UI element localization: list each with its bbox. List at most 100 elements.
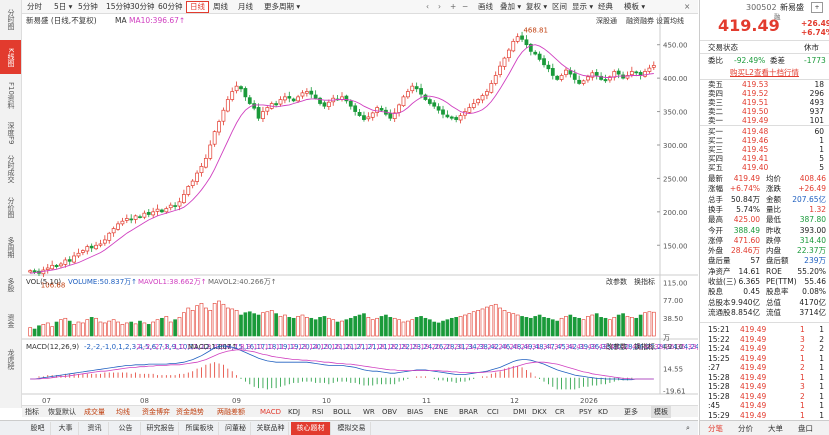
period-tab-9[interactable]: 更多周期 ▾ xyxy=(264,1,300,13)
orderbook-volume: 296 xyxy=(809,89,824,98)
footer-tab-7[interactable]: 关联品种 xyxy=(253,422,289,435)
footer-tab-9[interactable]: 模拟交易 xyxy=(333,422,371,435)
period-tab-5[interactable]: 60分钟 xyxy=(158,1,183,13)
candle-body xyxy=(304,91,309,94)
footer-tab-4[interactable]: 研究报告 xyxy=(143,422,179,435)
indicator-tab-21[interactable]: KD xyxy=(598,406,608,418)
zoom-in-icon[interactable]: + xyxy=(450,1,456,13)
indicator-tab-1[interactable]: 恢复默认 xyxy=(48,406,76,418)
prev-icon[interactable]: ‹ xyxy=(426,1,429,13)
candle-body xyxy=(436,106,441,111)
indicator-tab-20[interactable]: PSY xyxy=(579,406,592,418)
period-tab-0[interactable]: 分时 xyxy=(27,1,42,13)
quote-tab-0[interactable]: 分笔 xyxy=(708,424,723,433)
indicator-tab-4[interactable]: 资金博弈 xyxy=(142,406,170,418)
tool-item-1[interactable]: 叠加 ▾ xyxy=(500,1,521,13)
volume-bar xyxy=(111,319,116,337)
left-nav-item-6[interactable]: 多周期 xyxy=(0,228,21,266)
indicator-tab-6[interactable]: 两融差额 xyxy=(217,406,245,418)
volume-bar xyxy=(542,317,546,337)
kline-chart[interactable]: 新易盛 (日线,不复权) MA MA10:396.67↑ 深股通 融资融券 设置均线 450… xyxy=(22,14,829,405)
indicator-tab-23[interactable]: 模板 xyxy=(651,406,671,418)
chart-area[interactable]: 新易盛 (日线,不复权) MA MA10:396.67↑ 深股通 融资融券 设置均线 450… xyxy=(22,14,829,405)
indicator-tab-18[interactable]: DKX xyxy=(532,406,547,418)
indicator-tab-11[interactable]: WR xyxy=(363,406,375,418)
indicator-tab-13[interactable]: BIAS xyxy=(407,406,423,418)
period-tab-4[interactable]: 30分钟 xyxy=(130,1,155,13)
macd-panel-action-0[interactable]: 改参数 xyxy=(606,342,627,351)
indicator-tab-8[interactable]: KDJ xyxy=(288,406,300,418)
period-tab-6[interactable]: 日线 xyxy=(186,1,209,13)
tick-price: 419.49 xyxy=(740,363,767,372)
period-tab-1[interactable]: 5日 ▾ xyxy=(54,1,72,13)
l2-promo-link[interactable]: 购买L2查看十档行情 xyxy=(730,68,799,77)
period-tab-7[interactable]: 周线 xyxy=(213,1,228,13)
tool-item-3[interactable]: 区间 xyxy=(552,1,567,13)
zoom-out-icon[interactable]: − xyxy=(462,1,468,13)
footer-tab-6[interactable]: 问董秘 xyxy=(221,422,251,435)
vol-axis-tick: 77.00 xyxy=(663,297,683,305)
candle-body xyxy=(647,67,652,72)
period-tab-3[interactable]: 15分钟 xyxy=(106,1,131,13)
left-nav-item-7[interactable]: 多股 xyxy=(0,268,21,302)
macd-panel-action-1[interactable]: 换指标 xyxy=(634,342,655,351)
add-favorite-icon[interactable]: + xyxy=(811,2,823,13)
tick-volume: 2 xyxy=(800,344,805,353)
indicator-tab-16[interactable]: CCI xyxy=(487,406,499,418)
vol-panel-action-0[interactable]: 改参数 xyxy=(606,277,627,286)
quote-tab-1[interactable]: 分价 xyxy=(738,424,753,433)
left-nav-item-5[interactable]: 分价图 xyxy=(0,188,21,226)
candle-body xyxy=(120,220,125,225)
footer-tab-3[interactable]: 公告 xyxy=(111,422,141,435)
candle-body xyxy=(177,201,182,207)
candle-body xyxy=(160,209,164,213)
tool-item-0[interactable]: 画线 xyxy=(478,1,493,13)
candle-body xyxy=(300,92,305,97)
tool-item-2[interactable]: 复权 ▾ xyxy=(526,1,547,13)
indicator-tab-0[interactable]: 指标 xyxy=(25,406,39,418)
next-icon[interactable]: › xyxy=(438,1,441,13)
search-icon[interactable]: ⌕ xyxy=(680,422,696,435)
indicator-tab-19[interactable]: CR xyxy=(555,406,565,418)
indicator-tab-7[interactable]: MACD xyxy=(260,406,281,418)
indicator-tab-22[interactable]: 更多 xyxy=(624,406,638,418)
volume-bar xyxy=(572,317,577,337)
left-nav-item-3[interactable]: 深度F9 xyxy=(0,116,21,150)
indicator-tab-12[interactable]: OBV xyxy=(382,406,397,418)
tick-time: 15:28 xyxy=(708,382,730,391)
quote-tab-3[interactable]: 盘口 xyxy=(798,424,813,433)
indicator-tab-14[interactable]: ENE xyxy=(434,406,448,418)
indicator-tab-2[interactable]: 成交量 xyxy=(84,406,105,418)
footer-tab-8[interactable]: 核心题材 xyxy=(291,422,331,435)
tool-item-6[interactable]: 模板 ▾ xyxy=(624,1,645,13)
left-nav-item-2[interactable]: F10资料 xyxy=(0,76,21,114)
left-nav-item-0[interactable]: 分时图 xyxy=(0,0,21,38)
volume-bar xyxy=(326,317,331,337)
indicator-tab-3[interactable]: 均线 xyxy=(116,406,130,418)
period-tab-8[interactable]: 月线 xyxy=(238,1,253,13)
left-nav-item-9[interactable]: 龙虎榜 xyxy=(0,340,21,378)
volume-bar xyxy=(507,312,511,337)
left-nav-item-8[interactable]: 资金 xyxy=(0,304,21,338)
tool-item-5[interactable]: 经典 xyxy=(598,1,613,13)
indicator-tab-17[interactable]: DMI xyxy=(513,406,527,418)
period-tab-2[interactable]: 5分钟 xyxy=(78,1,98,13)
left-nav-item-1[interactable]: K线图 xyxy=(0,40,21,74)
footer-tab-2[interactable]: 资讯 xyxy=(81,422,109,435)
indicator-tab-9[interactable]: RSI xyxy=(312,406,323,418)
chart-link-0[interactable]: 深股通 xyxy=(596,16,617,25)
indicator-tab-5[interactable]: 资金趋势 xyxy=(176,406,204,418)
vol-panel-action-1[interactable]: 换指标 xyxy=(634,277,655,286)
footer-tab-1[interactable]: 大事 xyxy=(53,422,79,435)
indicator-tab-10[interactable]: BOLL xyxy=(333,406,351,418)
candle-body xyxy=(405,91,410,98)
footer-tab-0[interactable]: 股吧 xyxy=(25,422,51,435)
indicator-tab-15[interactable]: BRAR xyxy=(459,406,478,418)
quote-tab-2[interactable]: 大单 xyxy=(768,424,783,433)
left-nav-item-4[interactable]: 分时成交 xyxy=(0,152,21,186)
tool-item-4[interactable]: 显示 ▾ xyxy=(572,1,593,13)
footer-tab-5[interactable]: 所属板块 xyxy=(181,422,219,435)
chart-link-2[interactable]: 设置均线 xyxy=(656,16,684,25)
chart-link-1[interactable]: 融资融券 xyxy=(626,16,654,25)
close-icon[interactable]: × xyxy=(684,1,690,13)
